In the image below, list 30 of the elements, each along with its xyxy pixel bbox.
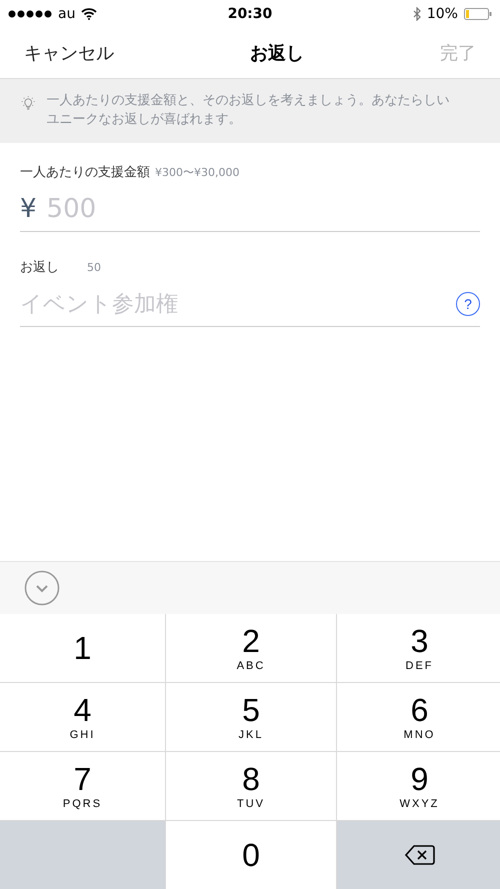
- currency-symbol: ¥: [20, 194, 37, 224]
- tip-text: 一人あたりの支援金額と、そのお返しを考えましょう。あなたらしいユニークなお返しが喜ばれます。: [46, 92, 450, 129]
- chevron-down-icon[interactable]: [24, 570, 60, 606]
- signal-icon: [8, 10, 52, 18]
- bluetooth-icon: [412, 7, 421, 21]
- keypad-key[interactable]: 6 MNO: [337, 683, 500, 751]
- reward-input[interactable]: イベント参加権: [20, 292, 446, 316]
- keypad-key[interactable]: 9 WXYZ: [337, 752, 500, 820]
- keypad-key[interactable]: 1: [0, 614, 165, 682]
- keypad-key[interactable]: 2 ABC: [166, 614, 336, 682]
- keypad-key[interactable]: 0: [166, 821, 336, 889]
- cancel-button[interactable]: キャンセル: [24, 41, 114, 65]
- keypad-key[interactable]: 7 PQRS: [0, 752, 165, 820]
- keypad-key[interactable]: 8 TUV: [166, 752, 336, 820]
- clock-time: 20:30: [228, 6, 272, 22]
- carrier-name: au: [58, 6, 76, 22]
- keypad-key[interactable]: 5 JKL: [166, 683, 336, 751]
- wifi-icon: [81, 8, 98, 20]
- amount-input[interactable]: 500: [46, 194, 480, 224]
- delete-icon: [404, 844, 434, 866]
- amount-range: ¥300〜¥30,000: [155, 165, 240, 180]
- amount-label: 一人あたりの支援金額: [20, 164, 150, 181]
- battery-percent: 10%: [426, 6, 458, 22]
- character-count: 50: [87, 261, 101, 274]
- keypad-key[interactable]: 4 GHI: [0, 683, 165, 751]
- screen-title: お返し: [250, 42, 304, 65]
- reward-label: お返し: [20, 259, 59, 276]
- keypad-key[interactable]: 3 DEF: [337, 614, 500, 682]
- battery-icon: [464, 8, 492, 20]
- help-button[interactable]: ?: [456, 292, 480, 316]
